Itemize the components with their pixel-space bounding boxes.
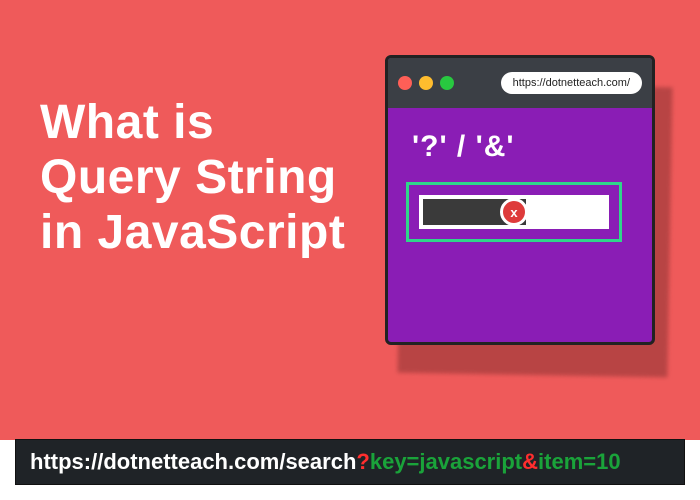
- query-symbols-label: '?' / '&': [412, 130, 634, 164]
- browser-window: https://dotnetteach.com/ '?' / '&' x: [385, 55, 655, 345]
- input-segment-light: [526, 199, 605, 225]
- close-badge-icon: x: [500, 198, 528, 226]
- window-minimize-dot-icon: [419, 76, 433, 90]
- window-maximize-dot-icon: [440, 76, 454, 90]
- thumbnail-canvas: What is Query String in JavaScript https…: [0, 0, 700, 500]
- browser-body: '?' / '&' x: [388, 108, 652, 260]
- headline-line-3: in JavaScript: [40, 205, 345, 260]
- url-base: https://dotnetteach.com/search: [30, 449, 356, 475]
- headline: What is Query String in JavaScript: [40, 95, 345, 261]
- headline-line-1: What is: [40, 95, 345, 150]
- address-bar: https://dotnetteach.com/: [501, 72, 642, 94]
- url-pair-1: key=javascript: [370, 449, 522, 475]
- url-pair-2: item=10: [538, 449, 621, 475]
- browser-titlebar: https://dotnetteach.com/: [388, 58, 652, 108]
- url-example-strip: https://dotnetteach.com/search?key=javas…: [15, 439, 685, 485]
- input-illustration: x: [406, 182, 622, 242]
- headline-line-2: Query String: [40, 150, 345, 205]
- window-close-dot-icon: [398, 76, 412, 90]
- url-ampersand: &: [522, 449, 538, 475]
- url-question-mark: ?: [356, 449, 369, 475]
